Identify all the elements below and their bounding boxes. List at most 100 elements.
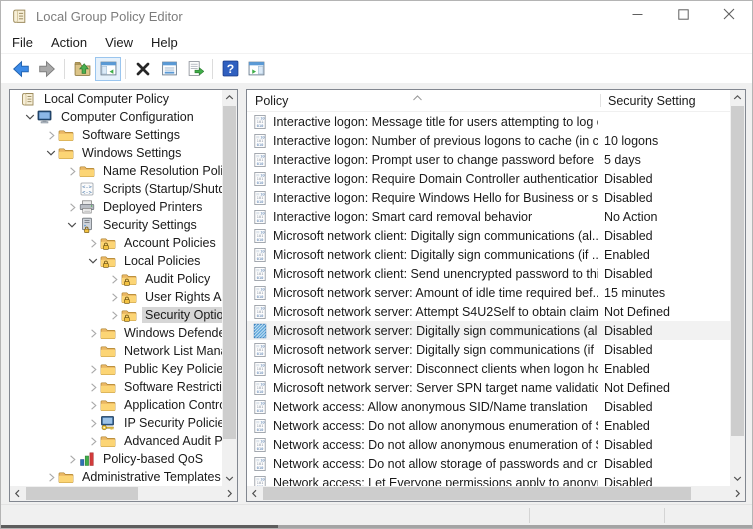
policy-row[interactable]: 10101010Network access: Do not allow ano…: [247, 416, 730, 435]
menu-view[interactable]: View: [96, 33, 142, 52]
chevron-right-icon[interactable]: [107, 293, 121, 302]
tree-item-public-key-policies[interactable]: Public Key Policies: [10, 360, 222, 378]
policy-doc-icon: 10101010: [252, 190, 268, 206]
tree-item-user-rights-assignment[interactable]: User Rights Assignment: [10, 288, 222, 306]
scroll-up-icon[interactable]: [730, 90, 745, 105]
scroll-right-icon[interactable]: [222, 486, 237, 501]
policy-row[interactable]: 10101010Network access: Do not allow ano…: [247, 435, 730, 454]
policy-row[interactable]: 10101010Microsoft network server: Digita…: [247, 340, 730, 359]
tree-item-computer-configuration[interactable]: Computer Configuration: [10, 108, 222, 126]
tree-item-local-computer-policy[interactable]: Local Computer Policy: [10, 90, 222, 108]
tree-item-audit-policy[interactable]: Audit Policy: [10, 270, 222, 288]
menu-file[interactable]: File: [3, 33, 42, 52]
chevron-down-icon[interactable]: [86, 256, 100, 266]
chevron-down-icon[interactable]: [44, 148, 58, 158]
policy-row[interactable]: 10101010Interactive logon: Require Domai…: [247, 169, 730, 188]
menu-help[interactable]: Help: [142, 33, 187, 52]
column-header-security-setting[interactable]: Security Setting: [603, 90, 730, 111]
policy-row[interactable]: Microsoft network server: Digitally sign…: [247, 321, 730, 340]
delete-button[interactable]: [130, 57, 156, 81]
column-header-policy[interactable]: Policy: [247, 90, 598, 111]
policy-row[interactable]: 10101010Interactive logon: Message title…: [247, 112, 730, 131]
tree-item-software-restriction-policies[interactable]: Software Restriction Policies: [10, 378, 222, 396]
policy-row[interactable]: 10101010Microsoft network server: Server…: [247, 378, 730, 397]
tree-item-security-options[interactable]: Security Options: [10, 306, 222, 324]
show-action-pane-button[interactable]: [243, 57, 269, 81]
tree-item-deployed-printers[interactable]: Deployed Printers: [10, 198, 222, 216]
svg-text:010: 010: [257, 123, 265, 128]
chevron-right-icon[interactable]: [86, 419, 100, 428]
tree-item-advanced-audit-policy-configuration[interactable]: Advanced Audit Policy Configuration: [10, 432, 222, 450]
chevron-right-icon[interactable]: [65, 203, 79, 212]
chevron-right-icon[interactable]: [65, 455, 79, 464]
scrollbar-thumb[interactable]: [731, 106, 744, 436]
policy-row[interactable]: 10101010Microsoft network server: Discon…: [247, 359, 730, 378]
scroll-down-icon[interactable]: [730, 471, 745, 486]
title-bar[interactable]: Local Group Policy Editor: [1, 1, 752, 31]
policy-row[interactable]: 10101010Microsoft network client: Digita…: [247, 226, 730, 245]
tree-item-application-control-policies[interactable]: Application Control Policies: [10, 396, 222, 414]
policy-row[interactable]: 10101010Interactive logon: Require Windo…: [247, 188, 730, 207]
show-console-tree-button[interactable]: [95, 57, 121, 81]
tree-item-software-settings[interactable]: Software Settings: [10, 126, 222, 144]
tree-item-security-settings[interactable]: Security Settings: [10, 216, 222, 234]
scroll-up-icon[interactable]: [222, 90, 237, 105]
policy-row[interactable]: 10101010Microsoft network client: Digita…: [247, 245, 730, 264]
policy-row[interactable]: 10101010Network access: Allow anonymous …: [247, 397, 730, 416]
chevron-right-icon[interactable]: [44, 131, 58, 140]
tree-item-ip-security-policies-on-local-computer[interactable]: IP Security Policies on Local Computer: [10, 414, 222, 432]
list-vertical-scrollbar[interactable]: [730, 90, 745, 486]
chevron-right-icon[interactable]: [86, 383, 100, 392]
scroll-down-icon[interactable]: [222, 471, 237, 486]
forward-button[interactable]: [34, 57, 60, 81]
chevron-right-icon[interactable]: [107, 275, 121, 284]
tree-item-windows-defender-firewall-with-advanced-security[interactable]: Windows Defender Firewall with Advanced …: [10, 324, 222, 342]
policy-row[interactable]: 10101010Interactive logon: Number of pre…: [247, 131, 730, 150]
policy-row[interactable]: 10101010Network access: Let Everyone per…: [247, 473, 730, 486]
tree-item-scripts-startup-shutdown[interactable]: <-><->Scripts (Startup/Shutdown): [10, 180, 222, 198]
tree-item-windows-settings[interactable]: Windows Settings: [10, 144, 222, 162]
scrollbar-thumb[interactable]: [26, 487, 138, 500]
scrollbar-thumb[interactable]: [223, 106, 236, 439]
tree-item-network-list-manager-policies[interactable]: Network List Manager Policies: [10, 342, 222, 360]
up-one-level-button[interactable]: [69, 57, 95, 81]
policy-row[interactable]: 10101010Interactive logon: Prompt user t…: [247, 150, 730, 169]
chevron-right-icon[interactable]: [44, 473, 58, 482]
chevron-right-icon[interactable]: [107, 311, 121, 320]
tree-item-name-resolution-policy[interactable]: Name Resolution Policy: [10, 162, 222, 180]
chevron-right-icon[interactable]: [86, 239, 100, 248]
properties-button[interactable]: [156, 57, 182, 81]
chevron-down-icon[interactable]: [65, 220, 79, 230]
minimize-button[interactable]: [614, 1, 660, 31]
policy-row[interactable]: 10101010Microsoft network server: Amount…: [247, 283, 730, 302]
policy-row[interactable]: 10101010Network access: Do not allow sto…: [247, 454, 730, 473]
chevron-right-icon[interactable]: [86, 437, 100, 446]
tree-item-policy-based-qos[interactable]: Policy-based QoS: [10, 450, 222, 468]
help-button[interactable]: ?: [217, 57, 243, 81]
policy-row[interactable]: 10101010Interactive logon: Smart card re…: [247, 207, 730, 226]
scroll-left-icon[interactable]: [10, 486, 25, 501]
tree-horizontal-scrollbar[interactable]: [10, 486, 237, 501]
policy-row[interactable]: 10101010Microsoft network client: Send u…: [247, 264, 730, 283]
tree-item-account-policies[interactable]: Account Policies: [10, 234, 222, 252]
back-button[interactable]: [8, 57, 34, 81]
menu-action[interactable]: Action: [42, 33, 96, 52]
tree-item-local-policies[interactable]: Local Policies: [10, 252, 222, 270]
chevron-right-icon[interactable]: [86, 401, 100, 410]
chevron-right-icon[interactable]: [86, 329, 100, 338]
export-list-button[interactable]: [182, 57, 208, 81]
tree-vertical-scrollbar[interactable]: [222, 90, 237, 486]
chevron-right-icon[interactable]: [65, 167, 79, 176]
policy-row[interactable]: 10101010Microsoft network server: Attemp…: [247, 302, 730, 321]
maximize-button[interactable]: [660, 1, 706, 31]
scroll-right-icon[interactable]: [730, 486, 745, 501]
scroll-left-icon[interactable]: [247, 486, 262, 501]
column-divider[interactable]: [600, 94, 601, 107]
list-horizontal-scrollbar[interactable]: [247, 486, 745, 501]
chevron-down-icon[interactable]: [23, 112, 37, 122]
close-button[interactable]: [706, 1, 752, 31]
tree-item-label: Windows Defender Firewall with Advanced …: [121, 325, 222, 341]
scrollbar-thumb[interactable]: [263, 487, 691, 500]
chevron-right-icon[interactable]: [86, 365, 100, 374]
tree-item-administrative-templates[interactable]: Administrative Templates: [10, 468, 222, 486]
